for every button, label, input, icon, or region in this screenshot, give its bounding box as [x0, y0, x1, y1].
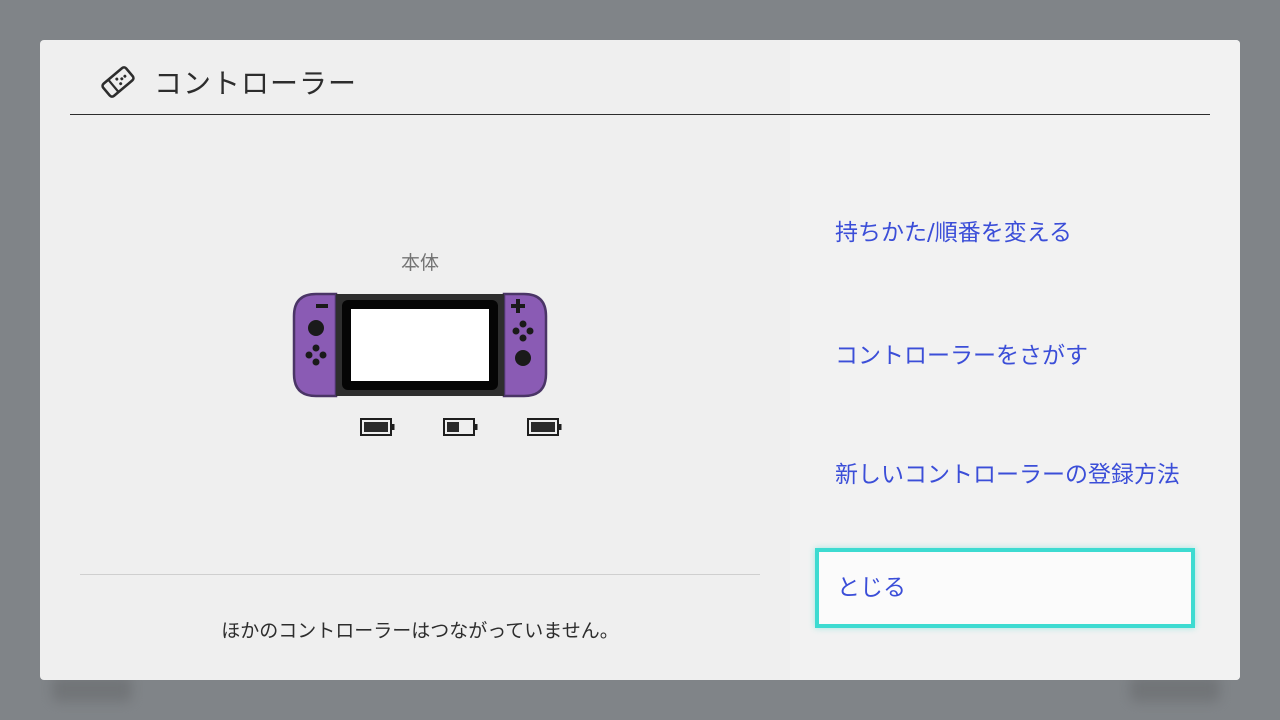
close-button[interactable]: とじる [815, 548, 1195, 628]
battery-icon-left-joycon [360, 418, 395, 436]
page-title: コントローラー [154, 67, 358, 100]
no-controllers-message: ほかのコントローラーはつながっていません。 [221, 620, 619, 642]
console-icon [292, 292, 548, 398]
pairing-guide-button[interactable]: 新しいコントローラーの登録方法 [835, 455, 1205, 489]
minus-icon [316, 304, 328, 308]
battery-icon-right-joycon [527, 418, 562, 436]
console-status: 本体 [290, 248, 562, 448]
left-stick-icon [308, 320, 324, 336]
right-joycon-shape [502, 292, 548, 398]
find-controllers-button[interactable]: コントローラーをさがす [835, 336, 1205, 370]
dialog-header: コントローラー [70, 40, 1210, 115]
right-stick-icon [515, 350, 531, 366]
battery-icon-console [443, 418, 478, 436]
controllers-dialog: コントローラー 本体 ほかのコントローラーはつながっていません。 持ちかた/順番… [40, 40, 1240, 680]
console-screen [351, 309, 489, 381]
console-label: 本体 [400, 252, 439, 274]
change-grip-order-button[interactable]: 持ちかた/順番を変える [835, 213, 1205, 247]
controller-icon [101, 66, 135, 98]
divider [80, 574, 760, 575]
